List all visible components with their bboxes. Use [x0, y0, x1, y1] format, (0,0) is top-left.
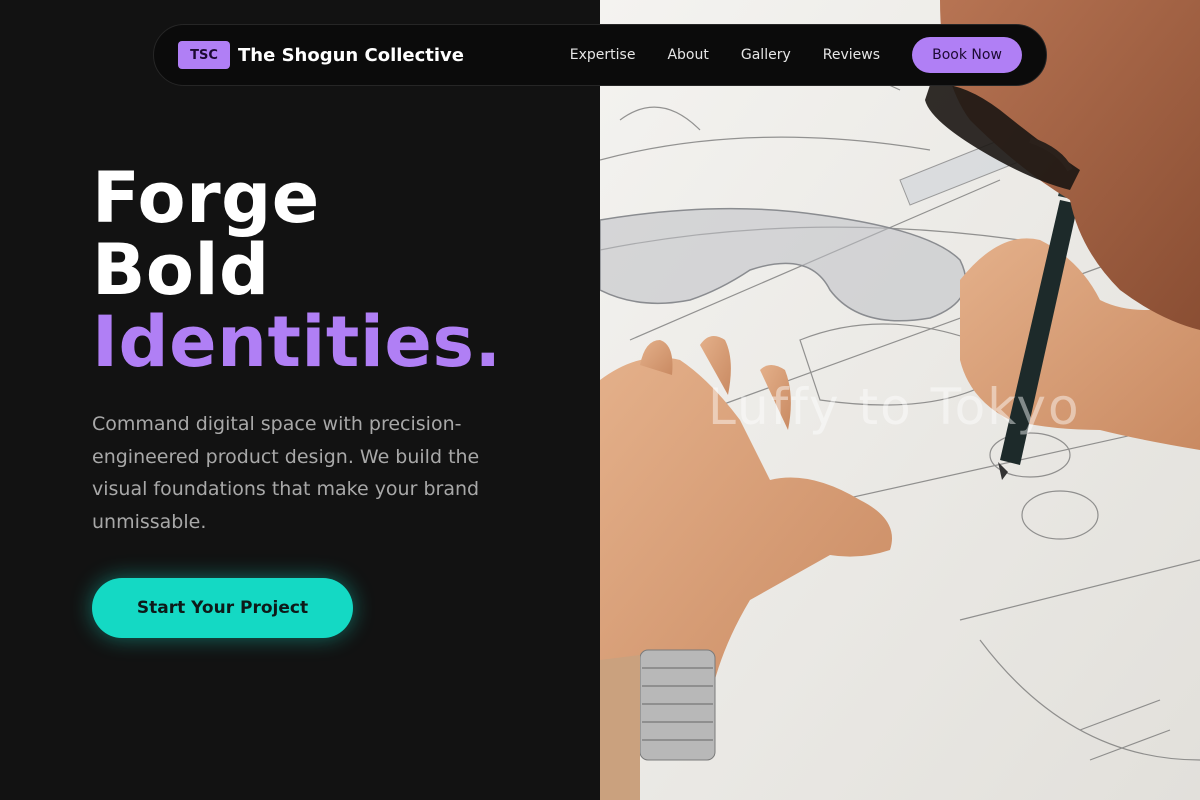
- brand-name[interactable]: The Shogun Collective: [238, 45, 464, 66]
- start-project-button[interactable]: Start Your Project: [92, 578, 353, 638]
- hero-subtitle: Command digital space with precision-eng…: [92, 413, 480, 533]
- hero-section: Forge Bold Identities. Command digital s…: [92, 162, 572, 638]
- hero-headline: Forge Bold Identities.: [92, 162, 572, 378]
- nav-link-gallery[interactable]: Gallery: [741, 47, 791, 63]
- logo-badge[interactable]: TSC: [178, 41, 230, 69]
- top-navbar: TSC The Shogun Collective Expertise Abou…: [153, 24, 1047, 86]
- headline-line-3: Identities.: [92, 301, 502, 383]
- nav-link-reviews[interactable]: Reviews: [823, 47, 880, 63]
- image-watermark: Luffy to Tokyo: [708, 378, 1081, 436]
- nav-link-expertise[interactable]: Expertise: [570, 47, 636, 63]
- book-now-button[interactable]: Book Now: [912, 37, 1022, 73]
- headline-line-2: Bold: [92, 229, 270, 311]
- headline-line-1: Forge: [92, 157, 320, 239]
- page: Luffy to Tokyo TSC The Shogun Collective…: [0, 0, 1200, 800]
- nav-links: Expertise About Gallery Reviews Book Now: [570, 37, 1022, 73]
- hero-image: Luffy to Tokyo: [600, 0, 1200, 800]
- nav-link-about[interactable]: About: [667, 47, 708, 63]
